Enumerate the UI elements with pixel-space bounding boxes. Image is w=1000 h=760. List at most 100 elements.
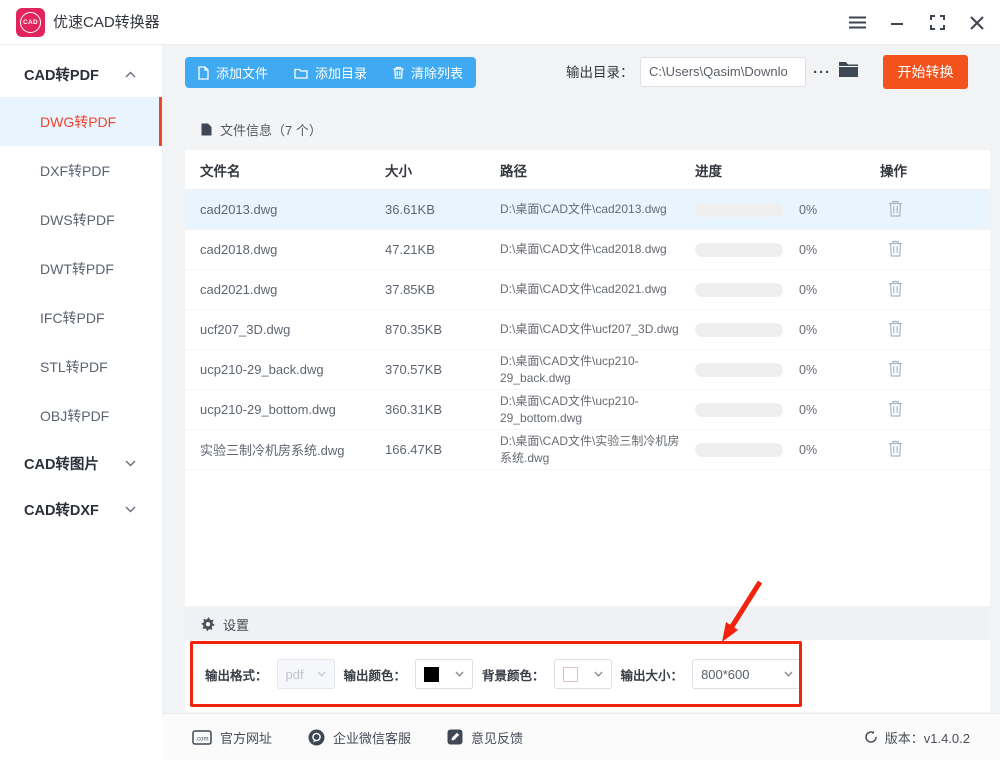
sidebar-group-cad-to-image[interactable]: CAD转图片 bbox=[0, 440, 162, 486]
add-files-label: 添加文件 bbox=[216, 63, 268, 82]
trash-icon bbox=[888, 320, 903, 337]
maximize-button[interactable] bbox=[928, 14, 946, 32]
progress-cell: 0% bbox=[695, 323, 880, 337]
table-header-row: 文件名 大小 路径 进度 操作 bbox=[185, 150, 990, 190]
settings-title: 设置 bbox=[223, 615, 249, 634]
table-row[interactable]: 实验三制冷机房系统.dwg 166.47KB D:\桌面\CAD文件\实验三制冷… bbox=[185, 430, 990, 470]
progress-bar bbox=[695, 203, 783, 217]
delete-file-button[interactable] bbox=[888, 280, 903, 297]
file-size: 166.47KB bbox=[385, 442, 500, 457]
close-icon bbox=[970, 16, 984, 30]
sidebar-item-label: DWS转PDF bbox=[40, 210, 115, 230]
background-color-swatch bbox=[563, 667, 578, 682]
progress-bar bbox=[695, 243, 783, 257]
chevron-down-icon bbox=[125, 506, 136, 513]
table-row[interactable]: cad2018.dwg 47.21KB D:\桌面\CAD文件\cad2018.… bbox=[185, 230, 990, 270]
progress-percent: 0% bbox=[799, 363, 817, 377]
file-size: 36.61KB bbox=[385, 202, 500, 217]
table-row[interactable]: cad2021.dwg 37.85KB D:\桌面\CAD文件\cad2021.… bbox=[185, 270, 990, 310]
delete-file-button[interactable] bbox=[888, 200, 903, 217]
file-name: ucf207_3D.dwg bbox=[200, 322, 385, 337]
file-name: ucp210-29_back.dwg bbox=[200, 362, 385, 377]
output-dir-input[interactable]: C:\Users\Qasim\Downlo bbox=[640, 57, 806, 87]
chevron-down-icon bbox=[455, 671, 464, 677]
progress-cell: 0% bbox=[695, 363, 880, 377]
file-path: D:\桌面\CAD文件\cad2013.dwg bbox=[500, 201, 695, 217]
sidebar-item-dxf-to-pdf[interactable]: DXF转PDF bbox=[0, 146, 162, 195]
refresh-icon bbox=[864, 730, 878, 744]
hamburger-icon bbox=[849, 16, 866, 29]
add-files-button[interactable]: 添加文件 bbox=[185, 57, 281, 88]
trash-icon bbox=[393, 66, 404, 79]
sidebar-item-dws-to-pdf[interactable]: DWS转PDF bbox=[0, 195, 162, 244]
file-panel-title: 文件信息（7 个） bbox=[220, 120, 322, 139]
delete-file-button[interactable] bbox=[888, 320, 903, 337]
open-folder-button[interactable] bbox=[838, 61, 859, 83]
output-color-select[interactable] bbox=[415, 659, 473, 689]
file-size: 37.85KB bbox=[385, 282, 500, 297]
background-color-select[interactable] bbox=[554, 659, 612, 689]
chevron-down-icon bbox=[784, 671, 793, 677]
delete-file-button[interactable] bbox=[888, 360, 903, 377]
file-path: D:\桌面\CAD文件\cad2018.dwg bbox=[500, 241, 695, 257]
file-name: cad2018.dwg bbox=[200, 242, 385, 257]
operation-cell bbox=[880, 440, 990, 460]
sidebar-item-obj-to-pdf[interactable]: OBJ转PDF bbox=[0, 391, 162, 440]
file-name: 实验三制冷机房系统.dwg bbox=[200, 440, 385, 459]
feedback-icon bbox=[447, 729, 463, 745]
add-folder-button[interactable]: 添加目录 bbox=[281, 57, 380, 88]
output-size-select[interactable]: 800*600 bbox=[692, 659, 802, 689]
minimize-button[interactable] bbox=[888, 14, 906, 32]
delete-file-button[interactable] bbox=[888, 440, 903, 457]
table-row[interactable]: ucp210-29_bottom.dwg 360.31KB D:\桌面\CAD文… bbox=[185, 390, 990, 430]
feedback-link[interactable]: 意见反馈 bbox=[447, 728, 523, 747]
trash-icon bbox=[888, 240, 903, 257]
add-folder-label: 添加目录 bbox=[315, 63, 367, 82]
output-format-select[interactable]: pdf bbox=[277, 659, 335, 689]
table-body: cad2013.dwg 36.61KB D:\桌面\CAD文件\cad2013.… bbox=[185, 190, 990, 470]
sidebar: CAD转PDF DWG转PDF DXF转PDF DWS转PDF DWT转PDF … bbox=[0, 45, 162, 760]
sidebar-item-ifc-to-pdf[interactable]: IFC转PDF bbox=[0, 293, 162, 342]
footer: .com 官方网址 企业微信客服 意见反馈 版本：v1.4.0.2 bbox=[162, 713, 1000, 760]
file-size: 870.35KB bbox=[385, 322, 500, 337]
table-row[interactable]: ucp210-29_back.dwg 370.57KB D:\桌面\CAD文件\… bbox=[185, 350, 990, 390]
clear-list-button[interactable]: 清除列表 bbox=[380, 57, 476, 88]
browse-more-button[interactable]: ··· bbox=[808, 57, 836, 88]
delete-file-button[interactable] bbox=[888, 240, 903, 257]
sidebar-item-stl-to-pdf[interactable]: STL转PDF bbox=[0, 342, 162, 391]
background-color-label: 背景颜色： bbox=[482, 665, 545, 684]
sidebar-item-label: OBJ转PDF bbox=[40, 406, 109, 426]
operation-cell bbox=[880, 280, 990, 300]
sidebar-group-cad-to-pdf[interactable]: CAD转PDF bbox=[0, 51, 162, 97]
wechat-support-icon bbox=[308, 729, 325, 746]
feedback-label: 意见反馈 bbox=[471, 728, 523, 747]
wechat-support-label: 企业微信客服 bbox=[333, 728, 411, 747]
output-color-label: 输出颜色： bbox=[344, 665, 407, 684]
menu-button[interactable] bbox=[848, 14, 866, 32]
settings-controls: 输出格式： pdf 输出颜色： 背景颜色： 输出大小： 800*600 bbox=[205, 641, 805, 707]
document-icon bbox=[201, 123, 212, 136]
chevron-down-icon bbox=[125, 460, 136, 467]
close-button[interactable] bbox=[968, 14, 986, 32]
chevron-down-icon bbox=[317, 671, 326, 677]
progress-percent: 0% bbox=[799, 323, 817, 337]
progress-cell: 0% bbox=[695, 403, 880, 417]
table-row[interactable]: cad2013.dwg 36.61KB D:\桌面\CAD文件\cad2013.… bbox=[185, 190, 990, 230]
progress-percent: 0% bbox=[799, 283, 817, 297]
window-controls bbox=[848, 0, 986, 45]
minimize-icon bbox=[890, 16, 904, 30]
folder-icon bbox=[294, 67, 308, 79]
official-website-link[interactable]: .com 官方网址 bbox=[192, 728, 272, 747]
progress-cell: 0% bbox=[695, 203, 880, 217]
progress-bar bbox=[695, 283, 783, 297]
file-panel: 文件信息（7 个） 文件名 大小 路径 进度 操作 cad2013.dwg 36… bbox=[185, 108, 990, 606]
start-convert-button[interactable]: 开始转换 bbox=[883, 55, 968, 89]
sidebar-group-cad-to-dxf[interactable]: CAD转DXF bbox=[0, 486, 162, 532]
delete-file-button[interactable] bbox=[888, 400, 903, 417]
sidebar-item-dwg-to-pdf[interactable]: DWG转PDF bbox=[0, 97, 162, 146]
output-format-value: pdf bbox=[286, 667, 304, 682]
wechat-support-link[interactable]: 企业微信客服 bbox=[308, 728, 411, 747]
sidebar-item-dwt-to-pdf[interactable]: DWT转PDF bbox=[0, 244, 162, 293]
sidebar-item-label: DWG转PDF bbox=[40, 112, 116, 132]
table-row[interactable]: ucf207_3D.dwg 870.35KB D:\桌面\CAD文件\ucf20… bbox=[185, 310, 990, 350]
